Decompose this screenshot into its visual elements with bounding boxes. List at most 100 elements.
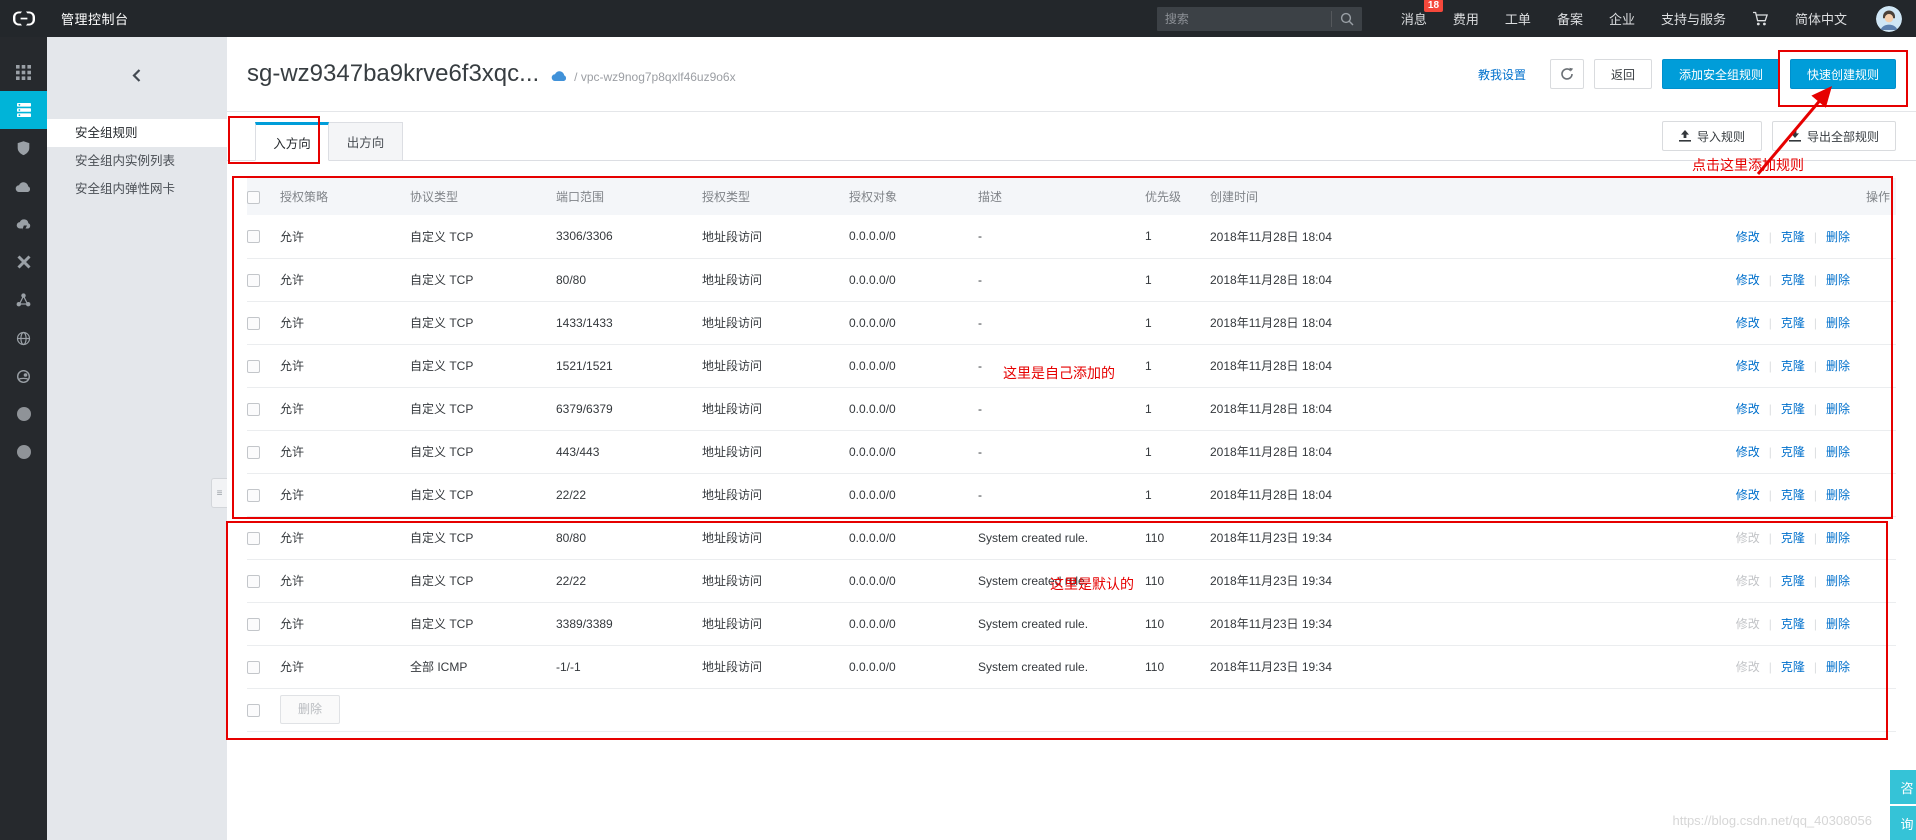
- search-icon[interactable]: [1332, 12, 1362, 26]
- avatar[interactable]: [1876, 5, 1902, 32]
- menu-language[interactable]: 简体中文: [1795, 9, 1847, 28]
- delete-link[interactable]: 删除: [1826, 574, 1850, 588]
- container-icon[interactable]: [0, 357, 47, 395]
- col-target: 授权对象: [849, 178, 978, 215]
- modify-link[interactable]: 修改: [1736, 531, 1760, 545]
- cdn-cloud-icon[interactable]: [0, 205, 47, 243]
- delete-link[interactable]: 删除: [1826, 531, 1850, 545]
- modify-link[interactable]: 修改: [1736, 660, 1760, 674]
- clone-link[interactable]: 克隆: [1781, 445, 1805, 459]
- delete-link[interactable]: 删除: [1826, 359, 1850, 373]
- ecs-server-icon[interactable]: [0, 91, 47, 129]
- batch-delete-button[interactable]: 删除: [280, 695, 341, 724]
- menu-tickets[interactable]: 工单: [1505, 9, 1531, 28]
- clone-link[interactable]: 克隆: [1781, 660, 1805, 674]
- cell-desc: -: [978, 301, 1145, 345]
- collapse-chevron-icon[interactable]: [47, 53, 227, 97]
- cell-ports: 3306/3306: [556, 215, 702, 259]
- cell-protocol: 自定义 TCP: [410, 215, 556, 259]
- modify-link[interactable]: 修改: [1736, 230, 1760, 244]
- dot-icon-1[interactable]: [0, 395, 47, 433]
- clone-link[interactable]: 克隆: [1781, 359, 1805, 373]
- row-checkbox[interactable]: [247, 617, 260, 631]
- clone-link[interactable]: 克隆: [1781, 316, 1805, 330]
- globe-icon[interactable]: [0, 319, 47, 357]
- clone-link[interactable]: 克隆: [1781, 617, 1805, 631]
- menu-messages[interactable]: 消息 18: [1401, 0, 1444, 28]
- cart-icon[interactable]: [1752, 11, 1769, 27]
- add-security-group-rule-button[interactable]: 添加安全组规则: [1661, 59, 1780, 89]
- dot-icon-2[interactable]: [0, 433, 47, 471]
- sidebar-item-instances-in-group[interactable]: 安全组内实例列表: [47, 147, 227, 175]
- cell-ports: -1/-1: [556, 645, 702, 689]
- security-shield-icon[interactable]: [0, 129, 47, 167]
- row-checkbox[interactable]: [247, 402, 260, 416]
- clone-link[interactable]: 克隆: [1781, 488, 1805, 502]
- cell-created: 2018年11月28日 18:04: [1210, 301, 1640, 345]
- cell-auth-type: 地址段访问: [702, 215, 849, 259]
- clone-link[interactable]: 克隆: [1781, 574, 1805, 588]
- menu-support[interactable]: 支持与服务: [1661, 9, 1726, 28]
- delete-link[interactable]: 删除: [1826, 488, 1850, 502]
- cell-auth-type: 地址段访问: [702, 301, 849, 345]
- row-checkbox[interactable]: [247, 359, 260, 373]
- delete-link[interactable]: 删除: [1826, 273, 1850, 287]
- teach-me-link[interactable]: 教我设置: [1478, 66, 1526, 83]
- search-input[interactable]: [1156, 11, 1331, 26]
- tab-outbound[interactable]: 出方向: [329, 122, 403, 161]
- nodes-icon[interactable]: [0, 281, 47, 319]
- tab-inbound[interactable]: 入方向: [255, 122, 329, 161]
- panel-resize-handle[interactable]: ≡: [211, 478, 227, 508]
- clone-link[interactable]: 克隆: [1781, 273, 1805, 287]
- clone-link[interactable]: 克隆: [1781, 531, 1805, 545]
- row-checkbox[interactable]: [247, 273, 260, 287]
- row-checkbox[interactable]: [247, 316, 260, 330]
- modify-link[interactable]: 修改: [1736, 445, 1760, 459]
- modify-link[interactable]: 修改: [1736, 617, 1760, 631]
- modify-link[interactable]: 修改: [1736, 316, 1760, 330]
- row-checkbox[interactable]: [247, 488, 260, 502]
- cell-priority: 110: [1145, 516, 1210, 560]
- aliyun-logo-icon[interactable]: [0, 10, 47, 27]
- consult-tab-top[interactable]: 咨: [1890, 770, 1916, 804]
- menu-icp[interactable]: 备案: [1557, 9, 1583, 28]
- row-checkbox[interactable]: [247, 445, 260, 459]
- menu-enterprise[interactable]: 企业: [1609, 9, 1635, 28]
- cell-desc: System created rule.: [978, 516, 1145, 560]
- sidebar-item-security-group-rules[interactable]: 安全组规则: [47, 119, 227, 147]
- footer-select-checkbox[interactable]: [247, 703, 260, 717]
- message-count-badge: 18: [1423, 0, 1444, 12]
- modify-link[interactable]: 修改: [1736, 359, 1760, 373]
- import-rules-button[interactable]: 导入规则: [1661, 121, 1762, 151]
- clone-link[interactable]: 克隆: [1781, 402, 1805, 416]
- delete-link[interactable]: 删除: [1826, 660, 1850, 674]
- op-separator: |: [1768, 316, 1772, 330]
- row-checkbox[interactable]: [247, 574, 260, 588]
- consult-tab-bottom[interactable]: 询: [1890, 806, 1916, 840]
- sidebar-item-enis-in-group[interactable]: 安全组内弹性网卡: [47, 175, 227, 203]
- cell-policy: 允许: [280, 559, 410, 603]
- delete-link[interactable]: 删除: [1826, 402, 1850, 416]
- modify-link[interactable]: 修改: [1736, 402, 1760, 416]
- delete-link[interactable]: 删除: [1826, 617, 1850, 631]
- quick-create-rule-button[interactable]: 快速创建规则: [1789, 59, 1896, 89]
- delete-link[interactable]: 删除: [1826, 445, 1850, 459]
- cell-auth-type: 地址段访问: [702, 473, 849, 517]
- export-all-rules-button[interactable]: 导出全部规则: [1771, 121, 1896, 151]
- row-checkbox[interactable]: [247, 660, 260, 674]
- modify-link[interactable]: 修改: [1736, 488, 1760, 502]
- row-checkbox[interactable]: [247, 230, 260, 244]
- row-checkbox[interactable]: [247, 531, 260, 545]
- select-all-checkbox[interactable]: [247, 190, 260, 204]
- modify-link[interactable]: 修改: [1736, 574, 1760, 588]
- back-button[interactable]: 返回: [1593, 59, 1652, 89]
- modify-link[interactable]: 修改: [1736, 273, 1760, 287]
- delete-link[interactable]: 删除: [1826, 230, 1850, 244]
- apps-grid-icon[interactable]: [0, 53, 47, 91]
- delete-link[interactable]: 删除: [1826, 316, 1850, 330]
- menu-billing[interactable]: 费用: [1453, 9, 1479, 28]
- refresh-button[interactable]: [1549, 59, 1584, 89]
- cloud-icon[interactable]: [0, 167, 47, 205]
- cross-icon[interactable]: [0, 243, 47, 281]
- clone-link[interactable]: 克隆: [1781, 230, 1805, 244]
